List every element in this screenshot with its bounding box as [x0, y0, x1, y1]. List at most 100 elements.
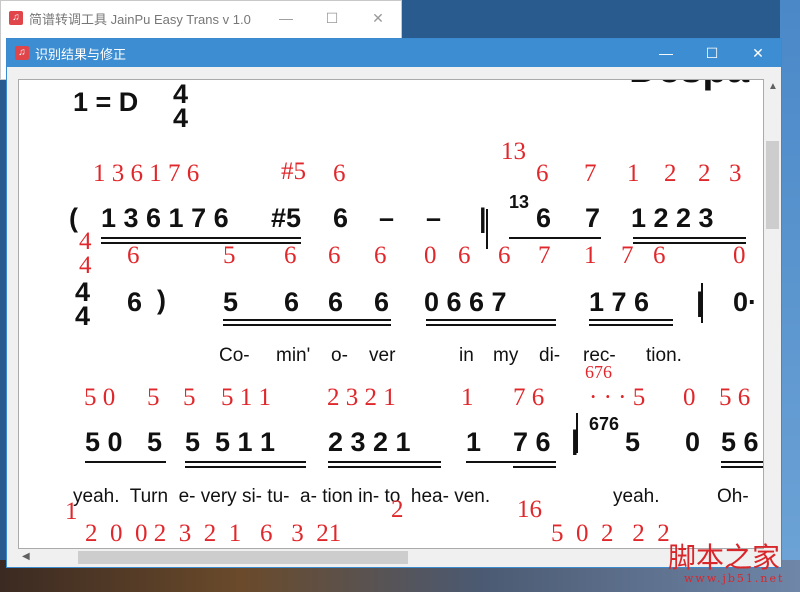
row3-red-item[interactable]: 7 6: [513, 385, 544, 410]
lyrics2-item: yeah.: [613, 486, 660, 507]
lyrics1-item: in: [459, 345, 474, 366]
row2-notes-item: 0·: [733, 287, 758, 317]
row2-notes-item: ): [157, 285, 166, 315]
row2-notes-item: 6: [374, 287, 390, 317]
row3-notes-item: 676: [589, 414, 620, 434]
beam-line: [589, 319, 673, 321]
row1-red-item[interactable]: 7: [584, 161, 597, 186]
close-button[interactable]: ✕: [735, 45, 781, 62]
recognition-dialog: ♫ 识别结果与修正 — ☐ ✕ Despa1 = D441 3 6 1 7 6#…: [6, 38, 782, 568]
beam-line: [426, 319, 556, 321]
row2-notes-item: 5: [223, 287, 239, 317]
row3-notes-item: 5 6: [721, 427, 759, 457]
row3-red-item[interactable]: 5 1 1: [221, 385, 271, 410]
row2-red-item[interactable]: 6: [328, 243, 341, 268]
lyrics1-item: Co-: [219, 345, 250, 366]
music-app-icon: ♫: [9, 11, 23, 25]
row2-red-item[interactable]: 7: [538, 243, 551, 268]
row2-red-item[interactable]: 6: [653, 243, 666, 268]
lyrics1-item: my: [493, 345, 519, 366]
row1-red-item[interactable]: 1 3 6 1 7 6: [93, 161, 199, 186]
row3-notes-item: 2 3 2 1: [328, 427, 411, 457]
beam-line: [633, 242, 746, 244]
row1-red-item[interactable]: 13: [501, 139, 526, 164]
key: 1 = D: [73, 87, 139, 117]
row2-red-item[interactable]: 5: [223, 243, 236, 268]
row3-notes-item: 5 5 1 1: [185, 427, 276, 457]
row2-red-item[interactable]: 0: [424, 243, 437, 268]
song-title: Despa: [629, 80, 749, 89]
row1-notes-item: –: [379, 203, 395, 233]
row4-red-item[interactable]: 16: [517, 497, 542, 522]
watermark-url: www.jb51.net: [684, 572, 785, 585]
row2-red-item[interactable]: 6: [127, 243, 140, 268]
row1-red-item[interactable]: 6: [536, 161, 549, 186]
main-title-bar: ♫ 简谱转调工具 JainPu Easy Trans v 1.0 — ☐ ✕: [1, 1, 401, 35]
row1-red-item[interactable]: 3: [729, 161, 742, 186]
row1-notes-item: 13: [509, 192, 530, 212]
row2-red-item[interactable]: 6: [284, 243, 297, 268]
scroll-left-icon[interactable]: ◀: [22, 551, 30, 562]
row1-red-item[interactable]: #5: [281, 159, 306, 184]
row1-red-item[interactable]: 2: [664, 161, 677, 186]
dialog-title-bar: ♫ 识别结果与修正 — ☐ ✕: [7, 39, 781, 67]
beam-line: [426, 324, 556, 326]
row1-notes-item: 1 2 2 3: [631, 203, 714, 233]
maximize-button[interactable]: ☐: [689, 45, 735, 62]
side-red-item[interactable]: 4: [79, 229, 92, 254]
row2-notes-item: 0 6 6 7: [424, 287, 507, 317]
row3-red-item[interactable]: 1: [461, 385, 474, 410]
row2-notes-item: 6: [328, 287, 344, 317]
row4-red-item[interactable]: 1: [65, 499, 78, 524]
beam-line: [328, 466, 441, 468]
beam-line: [509, 237, 601, 239]
row2-red-item[interactable]: 7: [621, 243, 634, 268]
row1-red-item[interactable]: 2: [698, 161, 711, 186]
vertical-scrollbar[interactable]: ▲: [764, 79, 781, 549]
row2-red-item[interactable]: 6: [498, 243, 511, 268]
row1-red-item[interactable]: 1: [627, 161, 640, 186]
score-canvas[interactable]: Despa1 = D441 3 6 1 7 6#5613671223(1 3 6…: [18, 79, 764, 549]
maximize-button[interactable]: ☐: [309, 10, 355, 27]
lyrics2-item: yeah. Turn e- very si- tu- a- tion in- t…: [73, 486, 491, 507]
row2-red-item[interactable]: 1: [584, 243, 597, 268]
horizontal-scroll-thumb[interactable]: [78, 551, 408, 564]
row4-red-item[interactable]: 2 0 0 2 3 2 1 6 3 21: [85, 521, 341, 546]
bar-line: [576, 413, 578, 453]
row3-red-item[interactable]: 0: [683, 385, 696, 410]
dialog-title: 识别结果与修正: [35, 46, 127, 62]
scroll-up-icon[interactable]: ▲: [768, 81, 778, 92]
lyrics2-item: Oh-: [717, 486, 749, 507]
row3-red-item[interactable]: 5: [147, 385, 160, 410]
bar-line: [701, 283, 703, 323]
row2-red-item[interactable]: 6: [374, 243, 387, 268]
close-button[interactable]: ✕: [355, 10, 401, 27]
beam-line: [223, 319, 391, 321]
row3-red-item[interactable]: · · · 5: [589, 385, 645, 410]
row2-notes-item: 4: [75, 301, 91, 331]
beam-line: [633, 237, 746, 239]
lyrics1-item: di-: [539, 345, 561, 366]
lyrics1-item: o-: [331, 345, 348, 366]
row4-red-item[interactable]: 5 0 2 2 2: [551, 521, 670, 546]
row2-notes-item: 6: [284, 287, 300, 317]
row3-notes-item: 7 6: [513, 427, 551, 457]
beam-line: [721, 461, 763, 463]
beam-line: [589, 324, 673, 326]
minimize-button[interactable]: —: [263, 10, 309, 26]
row1-red-item[interactable]: 6: [333, 161, 346, 186]
row3-red-item[interactable]: 5: [183, 385, 196, 410]
lyrics1-item: min': [276, 345, 311, 366]
horizontal-scrollbar[interactable]: ◀: [18, 549, 764, 566]
beam-line: [185, 461, 306, 463]
row2-red-item[interactable]: 6: [458, 243, 471, 268]
row3-red-item[interactable]: 676: [585, 363, 612, 381]
row3-red-item[interactable]: 5 6: [719, 385, 750, 410]
row2-red-item[interactable]: 0: [733, 243, 746, 268]
side-red-item[interactable]: 4: [79, 253, 92, 278]
row3-red-item[interactable]: 5 0: [84, 385, 115, 410]
row3-red-item[interactable]: 2 3 2 1: [327, 385, 396, 410]
row4-red-item[interactable]: 2: [391, 497, 404, 522]
vertical-scroll-thumb[interactable]: [766, 141, 779, 229]
minimize-button[interactable]: —: [643, 45, 689, 61]
